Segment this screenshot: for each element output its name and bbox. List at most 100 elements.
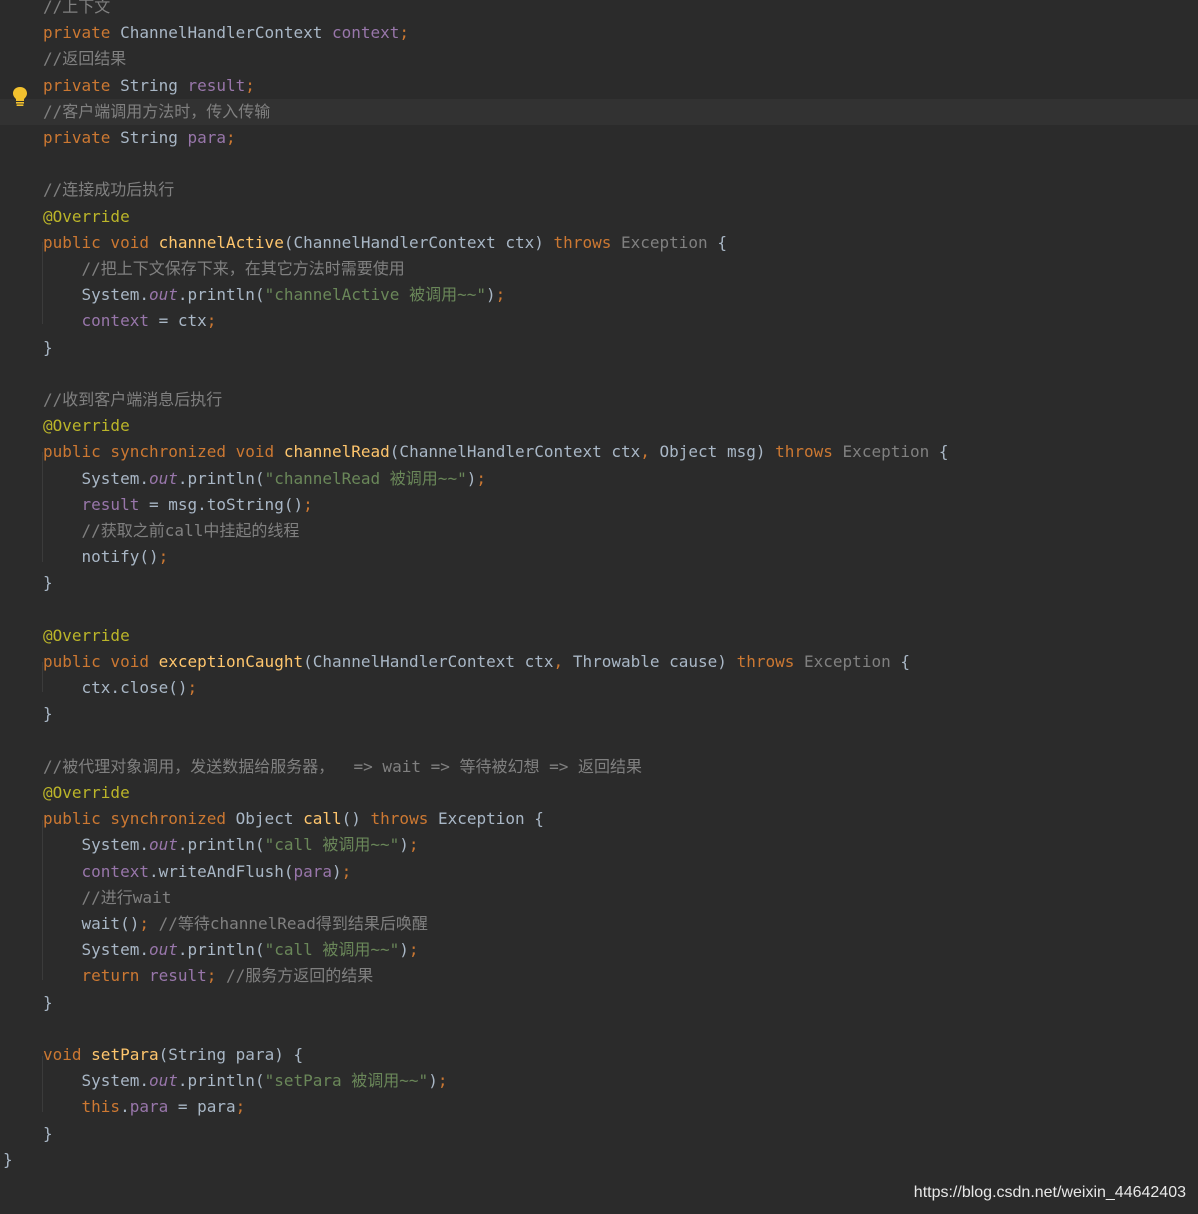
code-line[interactable]: System.out.println("channelActive 被调用~~"… (0, 282, 1198, 308)
code-token: ; (399, 23, 410, 43)
code-text: private ChannelHandlerContext context; (43, 20, 409, 46)
code-line[interactable]: void setPara(String para) { (0, 1042, 1198, 1068)
code-token: return (43, 966, 149, 986)
code-line[interactable]: this.para = para; (0, 1094, 1198, 1120)
code-text: public void channelActive(ChannelHandler… (43, 230, 727, 256)
code-token: ; (187, 678, 198, 698)
code-line[interactable]: //被代理对象调用，发送数据给服务器， => wait => 等待被幻想 => … (0, 754, 1198, 780)
code-line[interactable]: //获取之前call中挂起的线程 (0, 518, 1198, 544)
code-token: ; (245, 75, 255, 95)
code-line[interactable]: public void channelActive(ChannelHandler… (0, 230, 1198, 256)
code-token: wait() (43, 914, 140, 933)
code-token: , (553, 652, 573, 671)
code-token: //返回结果 (43, 49, 127, 69)
code-line[interactable]: @Override (0, 623, 1198, 649)
code-token: this (43, 1097, 121, 1117)
code-token: para (187, 128, 227, 147)
code-token: ChannelHandlerContext (120, 23, 332, 43)
code-line[interactable]: } (0, 701, 1198, 727)
code-editor[interactable]: //上下文 private ChannelHandlerContext conte… (0, 0, 1198, 1180)
code-line[interactable]: //进行wait (0, 885, 1198, 911)
code-text: ctx.close(); (43, 675, 198, 701)
code-line[interactable]: System.out.println("channelRead 被调用~~"); (0, 466, 1198, 492)
code-line[interactable]: @Override (0, 204, 1198, 230)
code-token: //上下文 (43, 0, 111, 16)
code-token: ) (399, 835, 409, 855)
code-token: ; (139, 914, 159, 933)
code-line[interactable]: @Override (0, 413, 1198, 439)
code-line[interactable]: System.out.println("call 被调用~~"); (0, 832, 1198, 858)
code-line[interactable]: //上下文 (0, 0, 1198, 20)
code-text: System.out.println("call 被调用~~"); (43, 832, 419, 858)
code-token: ctx.close() (43, 678, 188, 698)
code-text: //连接成功后执行 (43, 177, 174, 203)
code-line[interactable] (0, 361, 1198, 387)
code-text: void setPara(String para) { (43, 1042, 303, 1068)
code-line[interactable]: } (0, 570, 1198, 596)
code-token: .println( (177, 940, 265, 960)
code-token: = para (168, 1097, 236, 1117)
code-line[interactable]: wait(); //等待channelRead得到结果后唤醒 (0, 911, 1198, 937)
code-line[interactable]: private ChannelHandlerContext context; (0, 20, 1198, 46)
code-token: ; (476, 468, 486, 488)
code-line[interactable]: @Override (0, 780, 1198, 806)
code-token: (ChannelHandlerContext ctx (389, 442, 641, 462)
code-line[interactable]: System.out.println("setPara 被调用~~"); (0, 1068, 1198, 1094)
code-text: } (43, 335, 53, 361)
code-line[interactable] (0, 597, 1198, 623)
code-token: //服务方返回的结果 (226, 966, 374, 986)
code-text: } (43, 990, 53, 1016)
code-token: //连接成功后执行 (43, 180, 175, 200)
code-line[interactable]: } (0, 990, 1198, 1016)
code-text: //进行wait (43, 885, 172, 911)
code-line[interactable]: } (0, 1147, 1198, 1173)
code-token: //被代理对象调用，发送数据给服务器， => wait => 等待被幻想 => … (43, 756, 643, 776)
code-line[interactable]: //收到客户端消息后执行 (0, 387, 1198, 413)
code-line[interactable]: } (0, 1121, 1198, 1147)
code-line[interactable] (0, 728, 1198, 754)
code-line[interactable]: context.writeAndFlush(para); (0, 859, 1198, 885)
code-text: //返回结果 (43, 46, 126, 72)
code-token: //获取之前call中挂起的线程 (43, 521, 300, 540)
code-token: } (43, 573, 53, 593)
code-token: } (43, 704, 53, 724)
code-token: ; (235, 1097, 246, 1117)
code-line[interactable]: System.out.println("call 被调用~~"); (0, 937, 1198, 963)
code-line[interactable]: private String para; (0, 125, 1198, 151)
code-token: .writeAndFlush( (148, 861, 294, 881)
code-token: context (331, 23, 400, 43)
code-token: ; (226, 128, 236, 147)
code-token: void (43, 1045, 92, 1064)
code-token: out (148, 835, 178, 855)
code-line[interactable]: private String result; (0, 73, 1198, 99)
code-line[interactable]: context = ctx; (0, 308, 1198, 334)
code-line[interactable]: public synchronized void channelRead(Cha… (0, 439, 1198, 465)
code-line[interactable]: ctx.close(); (0, 675, 1198, 701)
code-token: { (890, 652, 910, 671)
code-token: //收到客户端消息后执行 (43, 390, 223, 409)
code-line[interactable]: //客户端调用方法时，传入传输 (0, 98, 1198, 125)
code-line[interactable] (0, 1016, 1198, 1042)
code-line[interactable]: } (0, 335, 1198, 361)
code-line[interactable]: public void exceptionCaught(ChannelHandl… (0, 649, 1198, 675)
code-token: ) (332, 861, 342, 881)
code-line[interactable]: //返回结果 (0, 46, 1198, 72)
code-line[interactable]: return result; //服务方返回的结果 (0, 963, 1198, 989)
code-line[interactable]: public synchronized Object call() throws… (0, 806, 1198, 832)
code-text: @Override (43, 623, 130, 649)
code-text: //把上下文保存下来，在其它方法时需要使用 (43, 256, 405, 282)
code-line[interactable]: //把上下文保存下来，在其它方法时需要使用 (0, 256, 1198, 282)
code-token: System. (43, 1071, 149, 1091)
code-line[interactable]: notify(); (0, 544, 1198, 570)
code-text: //获取之前call中挂起的线程 (43, 518, 300, 544)
code-line[interactable] (0, 151, 1198, 177)
code-line[interactable]: //连接成功后执行 (0, 177, 1198, 203)
code-line[interactable]: result = msg.toString(); (0, 492, 1198, 518)
code-token: "channelRead 被调用~~" (264, 468, 467, 488)
code-token: System. (43, 835, 149, 855)
code-text: } (43, 701, 53, 727)
code-token: ; (206, 966, 227, 986)
lightbulb-icon[interactable] (11, 86, 29, 108)
code-text: context.writeAndFlush(para); (43, 859, 352, 885)
